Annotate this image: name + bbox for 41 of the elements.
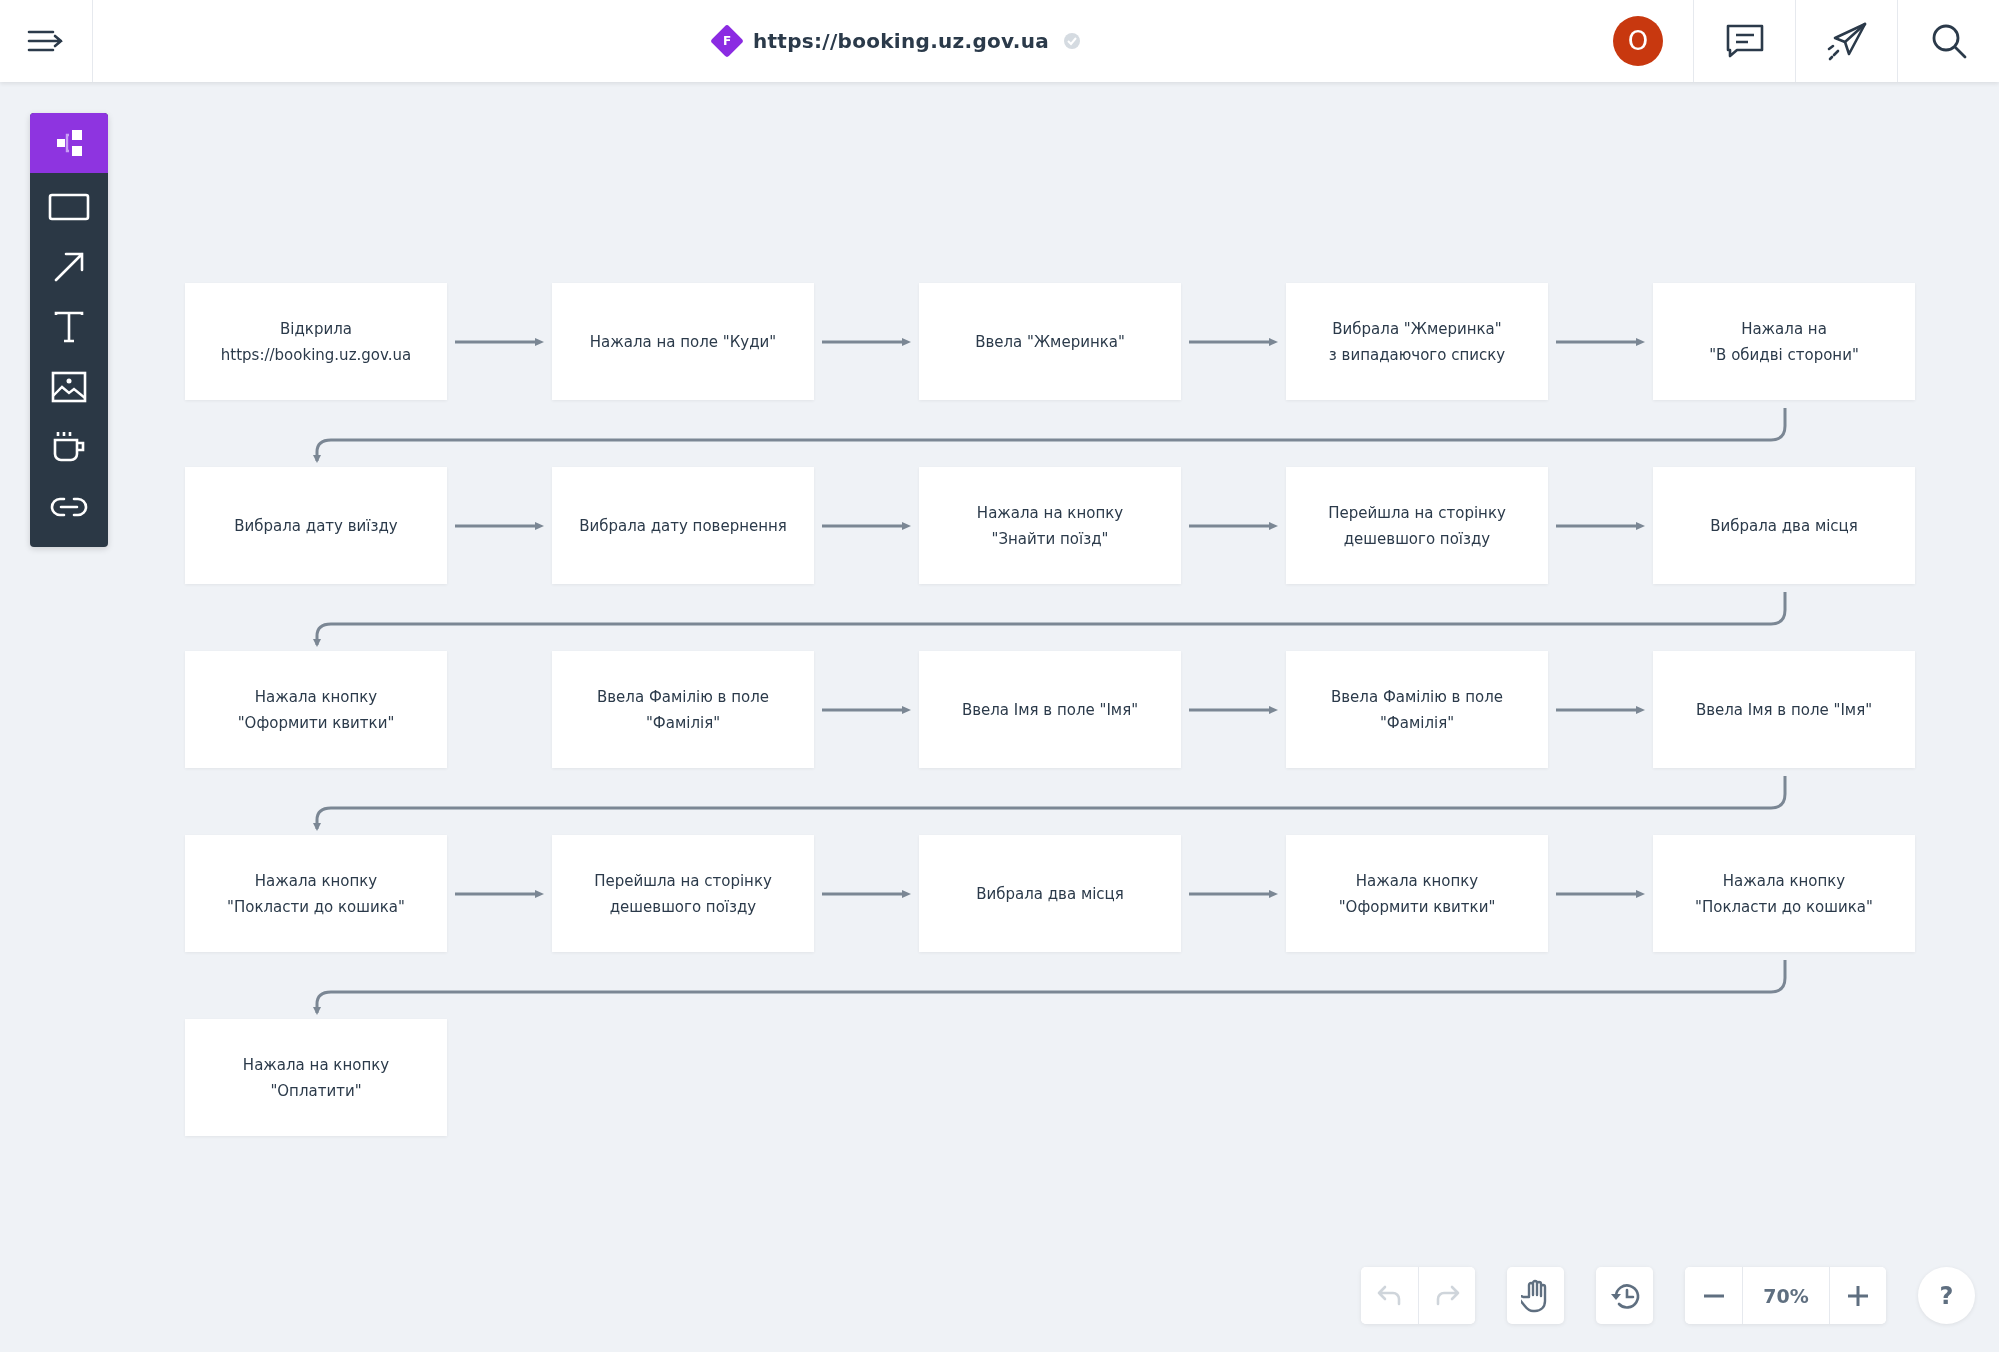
flow-step: Відкрила https://booking.uz.gov.ua [185, 283, 447, 400]
flow-step: Вибрала "Жмеринка" з випадаючого списку [1286, 283, 1548, 400]
flow-step: Перейшла на сторінку дешевшого поїзду [552, 835, 814, 952]
flow-step: Ввела Імя в поле "Імя" [1653, 651, 1915, 768]
flow-step: Нажала на поле "Куди" [552, 283, 814, 400]
flow-step: Вибрала дату виїзду [185, 467, 447, 584]
flow-step: Нажала на кнопку "Оплатити" [185, 1019, 447, 1136]
flow-step: Нажала кнопку "Оформити квитки" [185, 651, 447, 768]
help-button[interactable]: ? [1918, 1267, 1975, 1324]
flow-step: Вибрала два місця [919, 835, 1181, 952]
link-icon [50, 497, 88, 517]
flow-step: Нажала на кнопку "Знайти поїзд" [919, 467, 1181, 584]
flow-step: Вибрала дату повернення [552, 467, 814, 584]
hand-tool-button[interactable] [1507, 1267, 1564, 1324]
flow-step: Нажала кнопку "Покласти до кошика" [1653, 835, 1915, 952]
minus-icon [1702, 1293, 1725, 1298]
rectangle-icon [48, 193, 90, 221]
comment-icon[interactable] [1724, 23, 1765, 59]
arrow-icon [54, 252, 84, 282]
flow-step: Перейшла на сторінку дешевшого поїзду [1286, 467, 1548, 584]
flow-step: Ввела "Жмеринка" [919, 283, 1181, 400]
page-url: https://booking.uz.gov.ua [752, 29, 1050, 53]
image-icon [51, 371, 87, 403]
flow-step: Ввела Імя в поле "Імя" [919, 651, 1181, 768]
cup-icon [53, 431, 85, 463]
flow-step: Нажала кнопку "Покласти до кошика" [185, 835, 447, 952]
plus-icon [1847, 1284, 1869, 1307]
zoom-in-button[interactable] [1829, 1267, 1886, 1324]
send-icon[interactable] [1825, 21, 1868, 61]
text-tool-icon [54, 311, 84, 343]
flow-step: Нажала на "В обидві сторони" [1653, 283, 1915, 400]
tool-button[interactable] [30, 113, 108, 173]
flow-step: Вибрала два місця [1653, 467, 1915, 584]
history-button[interactable] [1596, 1267, 1653, 1324]
flow-step: Ввела Фамілію в поле "Фамілія" [1286, 651, 1548, 768]
user-avatar[interactable]: O [1613, 16, 1663, 66]
check-icon [1063, 32, 1082, 50]
menu-icon[interactable] [27, 29, 65, 53]
flow-step: Ввела Фамілію в поле "Фамілія" [552, 651, 814, 768]
diagram-tool-icon [55, 129, 83, 157]
flow-step: Нажала кнопку "Оформити квитки" [1286, 835, 1548, 952]
